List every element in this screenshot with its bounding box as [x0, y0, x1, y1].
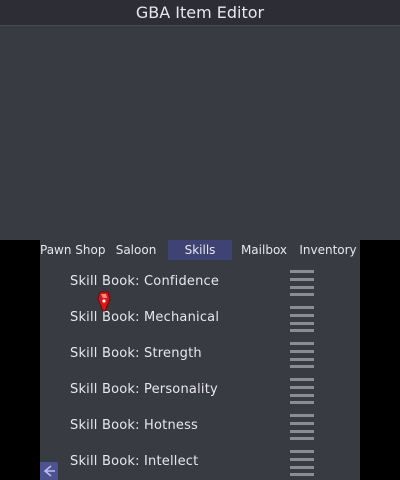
item-label: Skill Book: Intellect	[70, 454, 199, 469]
back-arrow-icon	[43, 465, 55, 477]
drag-handle-icon[interactable]	[290, 378, 314, 404]
window-title: GBA Item Editor	[0, 0, 400, 26]
tab-pawn-shop[interactable]: Pawn Shop	[40, 240, 105, 260]
drag-handle-icon[interactable]	[290, 414, 314, 440]
item-label: Skill Book: Hotness	[70, 418, 199, 433]
list-item[interactable]: Skill Book: Intellect	[40, 444, 360, 480]
tab-mailbox[interactable]: Mailbox	[232, 240, 296, 260]
back-button[interactable]	[40, 462, 58, 480]
tab-saloon[interactable]: Saloon	[104, 240, 168, 260]
list-item[interactable]: Skill Book: Confidence	[40, 264, 360, 300]
tab-skills[interactable]: Skills	[168, 240, 232, 260]
item-label: Skill Book: Mechanical	[70, 310, 220, 325]
list-item[interactable]: Skill Book: Hotness	[40, 408, 360, 444]
list-item[interactable]: Skill Book: Mechanical	[40, 300, 360, 336]
top-screen: GBA Item Editor	[0, 0, 400, 240]
item-label: Skill Book: Strength	[70, 346, 202, 361]
bottom-screen: Pawn Shop Saloon Skills Mailbox Inventor…	[40, 240, 360, 480]
item-label: Skill Book: Personality	[70, 382, 218, 397]
pointer-cursor-icon	[97, 291, 111, 312]
tab-inventory[interactable]: Inventory	[296, 240, 360, 260]
tab-bar: Pawn Shop Saloon Skills Mailbox Inventor…	[40, 240, 360, 260]
drag-handle-icon[interactable]	[290, 306, 314, 332]
list-item[interactable]: Skill Book: Personality	[40, 372, 360, 408]
drag-handle-icon[interactable]	[290, 342, 314, 368]
list-item[interactable]: Skill Book: Strength	[40, 336, 360, 372]
item-label: Skill Book: Confidence	[70, 274, 220, 289]
drag-handle-icon[interactable]	[290, 270, 314, 296]
drag-handle-icon[interactable]	[290, 450, 314, 476]
